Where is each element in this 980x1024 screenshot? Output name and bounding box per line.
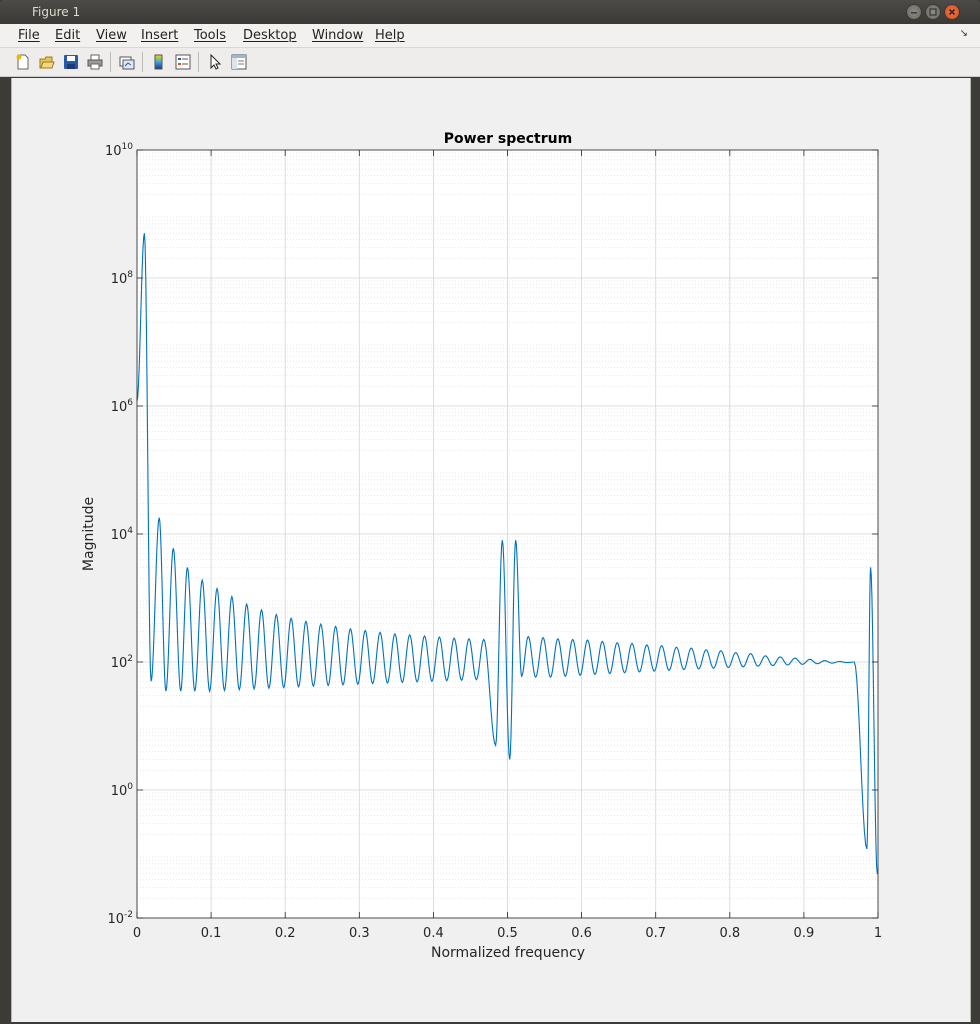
colorbar-icon[interactable] bbox=[150, 53, 168, 71]
dock-arrow-icon[interactable]: ↘ bbox=[960, 28, 968, 39]
y-tick-label: 1010 bbox=[105, 142, 133, 159]
x-tick-label: 0.3 bbox=[349, 926, 370, 941]
minimize-icon bbox=[911, 12, 917, 14]
menu-window[interactable]: Window bbox=[312, 28, 363, 43]
menu-bar: File Edit View Insert Tools Desktop Wind… bbox=[0, 24, 980, 48]
window-title: Figure 1 bbox=[32, 5, 81, 19]
x-tick-label: 0.1 bbox=[201, 926, 222, 941]
x-tick-label: 0 bbox=[133, 926, 141, 941]
x-tick-label: 0.2 bbox=[275, 926, 296, 941]
x-tick-label: 0.6 bbox=[571, 926, 592, 941]
menu-help[interactable]: Help bbox=[375, 28, 405, 43]
x-tick-label: 0.5 bbox=[497, 926, 518, 941]
menu-desktop[interactable]: Desktop bbox=[243, 28, 297, 43]
new-figure-icon[interactable] bbox=[14, 53, 32, 71]
chart-title: Power spectrum bbox=[444, 131, 572, 147]
toolbar-separator bbox=[198, 52, 199, 72]
property-editor-icon[interactable] bbox=[230, 53, 248, 71]
y-axis-label: Magnitude bbox=[81, 497, 97, 571]
y-tick-label: 106 bbox=[111, 398, 134, 415]
x-tick-label: 0.4 bbox=[423, 926, 444, 941]
y-tick-label: 10-2 bbox=[107, 910, 133, 927]
maximize-button[interactable] bbox=[925, 4, 941, 20]
legend-icon[interactable] bbox=[174, 53, 192, 71]
x-tick-label: 1 bbox=[874, 926, 882, 941]
power-spectrum-chart: 1010 108 106 104 102 100 10-20 0.1 0.2 0.3 0.4 0.5 0… bbox=[81, 131, 882, 961]
menu-tools[interactable]: Tools bbox=[194, 28, 226, 43]
y-tick-label: 102 bbox=[111, 654, 133, 671]
toolbar-separator bbox=[142, 52, 143, 72]
maximize-icon bbox=[929, 8, 937, 16]
pointer-icon[interactable] bbox=[206, 53, 224, 71]
x-axis-label: Normalized frequency bbox=[431, 945, 585, 961]
menu-insert[interactable]: Insert bbox=[141, 28, 178, 43]
open-file-icon[interactable] bbox=[38, 53, 56, 71]
print-icon[interactable] bbox=[86, 53, 104, 71]
save-icon[interactable] bbox=[62, 53, 80, 71]
figure-window: Figure 1 File Edit View Insert Tools Des… bbox=[0, 0, 980, 1024]
x-tick-label: 0.9 bbox=[794, 926, 815, 941]
title-bar[interactable]: Figure 1 bbox=[0, 0, 980, 24]
close-icon bbox=[948, 8, 956, 16]
toolbar-separator bbox=[110, 52, 111, 72]
menu-file[interactable]: File bbox=[18, 28, 40, 43]
x-tick-label: 0.7 bbox=[645, 926, 666, 941]
x-tick-label: 0.8 bbox=[719, 926, 740, 941]
minimize-button[interactable] bbox=[906, 4, 922, 20]
y-tick-label: 104 bbox=[111, 526, 134, 543]
close-button[interactable] bbox=[944, 4, 960, 20]
y-tick-label: 108 bbox=[111, 270, 134, 287]
toolbar bbox=[0, 48, 980, 77]
menu-edit[interactable]: Edit bbox=[55, 28, 80, 43]
y-tick-label: 100 bbox=[111, 782, 134, 799]
link-plot-icon[interactable] bbox=[118, 53, 136, 71]
figure-canvas[interactable]: 1010 108 106 104 102 100 10-2 0 0.1 0.2 0.3 0.4 0.5 0… bbox=[11, 78, 971, 1022]
menu-view[interactable]: View bbox=[96, 28, 127, 43]
